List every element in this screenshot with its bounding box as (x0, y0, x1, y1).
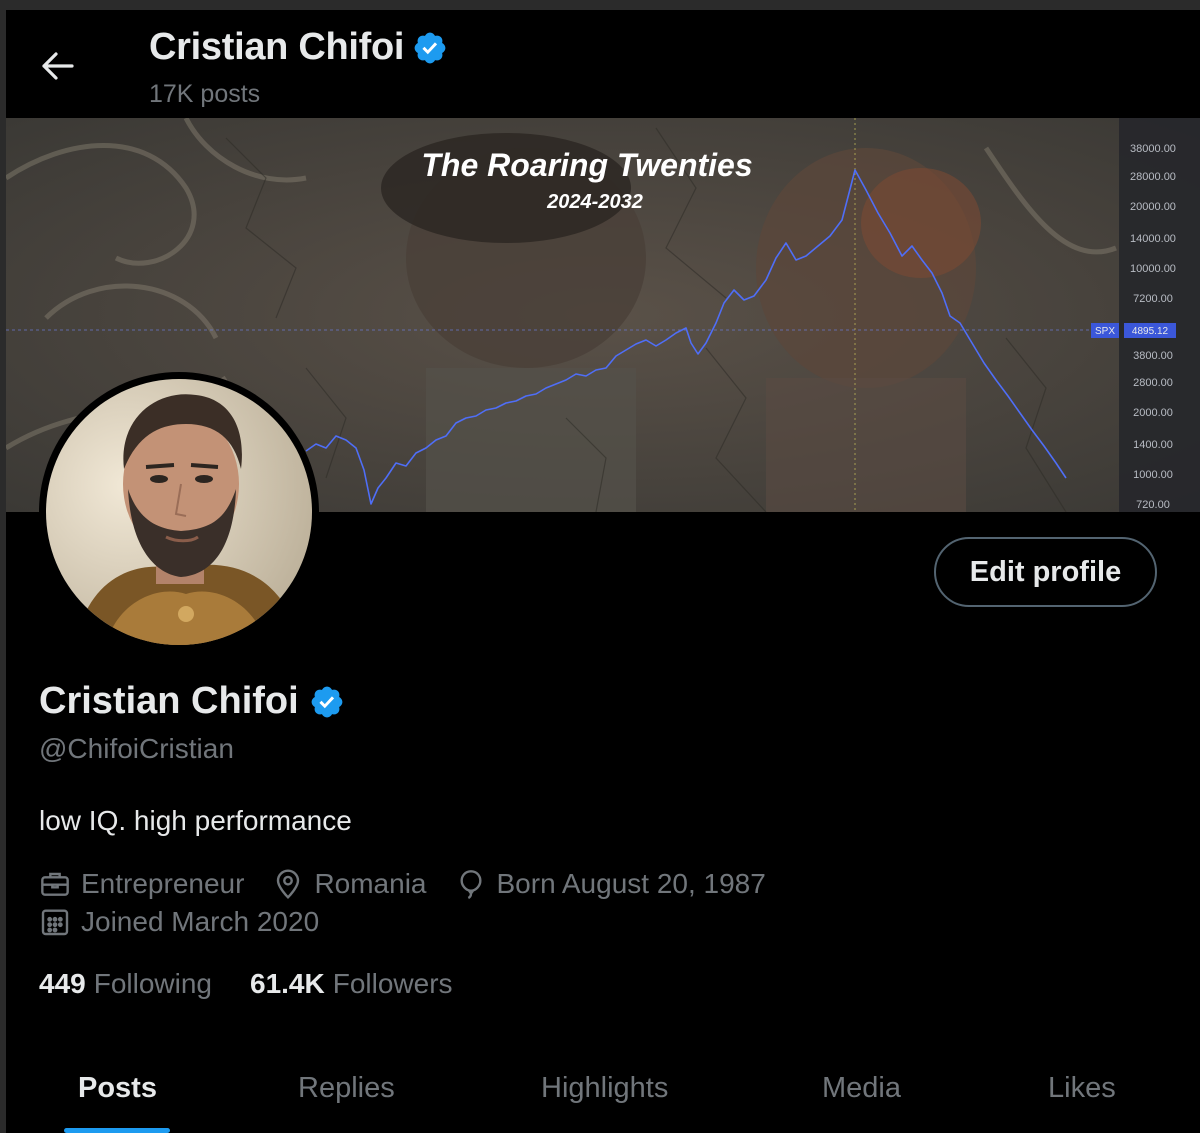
edit-profile-button[interactable]: Edit profile (934, 537, 1157, 607)
y-tick-label: 10000.00 (1130, 263, 1176, 275)
followers-count: 61.4K (250, 968, 325, 999)
location-text: Romania (314, 868, 427, 899)
calendar-icon (41, 909, 69, 936)
active-tab-indicator (64, 1128, 170, 1133)
verified-badge-icon (414, 32, 446, 63)
profile-handle: @ChifoiCristian (39, 733, 234, 764)
y-tick-label: 14000.00 (1130, 233, 1176, 245)
avatar[interactable] (39, 372, 319, 652)
tab-replies[interactable]: Replies (298, 1072, 395, 1105)
tab-media[interactable]: Media (822, 1072, 901, 1105)
verified-badge-icon (311, 686, 343, 717)
profile-joined-row: Joined March 2020 (39, 906, 347, 938)
following-count: 449 (39, 968, 86, 999)
back-arrow-icon[interactable] (38, 46, 78, 86)
tab-likes[interactable]: Likes (1048, 1072, 1116, 1105)
banner-title: The Roaring Twenties (421, 147, 752, 183)
birthday-item: Born August 20, 1987 (455, 868, 766, 900)
followers-label: Followers (332, 968, 453, 999)
header-name: Cristian Chifoi (149, 26, 405, 68)
profile-name-row: Cristian Chifoi (39, 680, 345, 723)
y-tick-label: 720.00 (1136, 499, 1170, 511)
spx-series-label: SPX (1095, 326, 1115, 337)
following-link[interactable]: 449 Following (39, 968, 212, 1000)
tab-posts[interactable]: Posts (78, 1072, 157, 1105)
header-title-row: Cristian Chifoi (149, 26, 448, 69)
follow-stats: 449 Following 61.4K Followers (39, 968, 453, 1000)
y-tick-label: 7200.00 (1133, 293, 1173, 305)
profile-page: Cristian Chifoi 17K posts 38000.00 28000… (6, 10, 1200, 1133)
y-tick-label: 1400.00 (1133, 439, 1173, 451)
y-tick-label: 20000.00 (1130, 201, 1176, 213)
profile-bio: low IQ. high performance (39, 805, 352, 836)
tab-highlights[interactable]: Highlights (541, 1072, 668, 1105)
y-tick-label: 1000.00 (1133, 469, 1173, 481)
profession-text: Entrepreneur (81, 868, 245, 899)
profile-tabs: Posts Replies Highlights Media Likes (6, 1060, 1200, 1133)
location-item: Romania (272, 868, 427, 900)
followers-link[interactable]: 61.4K Followers (250, 968, 453, 1000)
profile-meta-row: Entrepreneur Romania Born August 20, 198… (39, 868, 794, 900)
avatar-image (46, 379, 312, 645)
balloon-icon (459, 870, 482, 900)
y-tick-label: 2000.00 (1133, 407, 1173, 419)
briefcase-icon (41, 872, 69, 896)
joined-item: Joined March 2020 (39, 906, 319, 938)
banner-subtitle: 2024-2032 (546, 191, 643, 213)
y-tick-label: 28000.00 (1130, 171, 1176, 183)
spx-current-value: 4895.12 (1132, 326, 1169, 337)
profile-name: Cristian Chifoi (39, 680, 299, 722)
y-tick-label: 2800.00 (1133, 377, 1173, 389)
profile-header: Cristian Chifoi 17K posts (6, 10, 1200, 118)
profession-item: Entrepreneur (39, 868, 244, 900)
posts-count: 17K posts (149, 80, 261, 108)
birthday-text: Born August 20, 1987 (496, 868, 766, 899)
joined-text: Joined March 2020 (81, 906, 320, 937)
y-tick-label: 3800.00 (1133, 350, 1173, 362)
following-label: Following (93, 968, 212, 999)
location-pin-icon (277, 869, 300, 900)
y-tick-label: 38000.00 (1130, 143, 1176, 155)
